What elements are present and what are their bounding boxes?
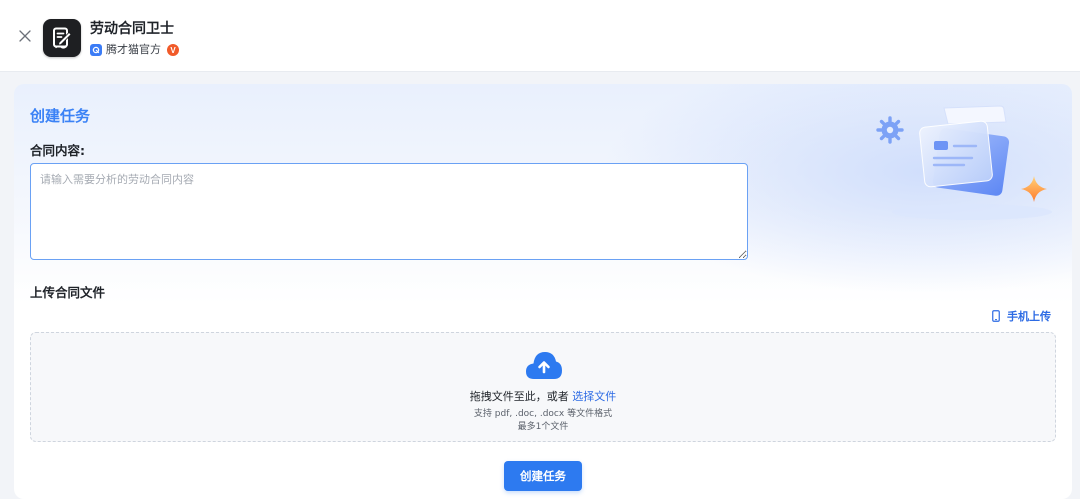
app-logo: [43, 19, 81, 57]
phone-icon: [992, 310, 1000, 322]
card-title: 创建任务: [30, 107, 91, 125]
contract-document-icon: [53, 27, 72, 49]
mobile-upload-label: 手机上传: [1007, 310, 1051, 323]
sparkle-icon: [1021, 176, 1047, 202]
contract-content-label: 合同内容:: [30, 143, 85, 158]
app-title: 劳动合同卫士: [90, 21, 174, 37]
select-file-link[interactable]: 选择文件: [572, 390, 616, 403]
verified-badge-icon: V: [167, 44, 179, 56]
cloud-upload-icon: [526, 352, 562, 379]
mobile-upload-button[interactable]: 手机上传: [992, 308, 1051, 324]
supported-formats-text: 支持 pdf, .doc, .docx 等文件格式: [473, 409, 613, 419]
documents-illustration: [876, 105, 1052, 220]
publisher-row: 腾才猫官方 V: [90, 42, 179, 58]
close-icon: [19, 30, 31, 42]
upload-contract-label: 上传合同文件: [30, 285, 106, 300]
publisher-name: 腾才猫官方: [106, 43, 161, 56]
drop-instruction: 拖拽文件至此，或者 选择文件: [31, 388, 1055, 404]
create-task-button[interactable]: 创建任务: [504, 461, 582, 491]
gear-icon: [876, 116, 904, 144]
drop-text: 拖拽文件至此，或者: [469, 390, 569, 403]
max-files-text: 最多1个文件: [517, 422, 569, 432]
contract-content-input[interactable]: [30, 163, 748, 260]
app-header: 劳动合同卫士 腾才猫官方 V: [0, 0, 1080, 72]
svg-text:V: V: [170, 46, 176, 55]
create-task-card: 创建任务 合同内容: 上传合同文件 手机上传 拖拽文件至此，或者 选择文件 支持…: [14, 84, 1072, 499]
file-dropzone[interactable]: 拖拽文件至此，或者 选择文件 支持 pdf, .doc, .docx 等文件格式…: [30, 332, 1056, 442]
close-button[interactable]: [16, 27, 34, 45]
publisher-badge-icon: [90, 44, 102, 56]
